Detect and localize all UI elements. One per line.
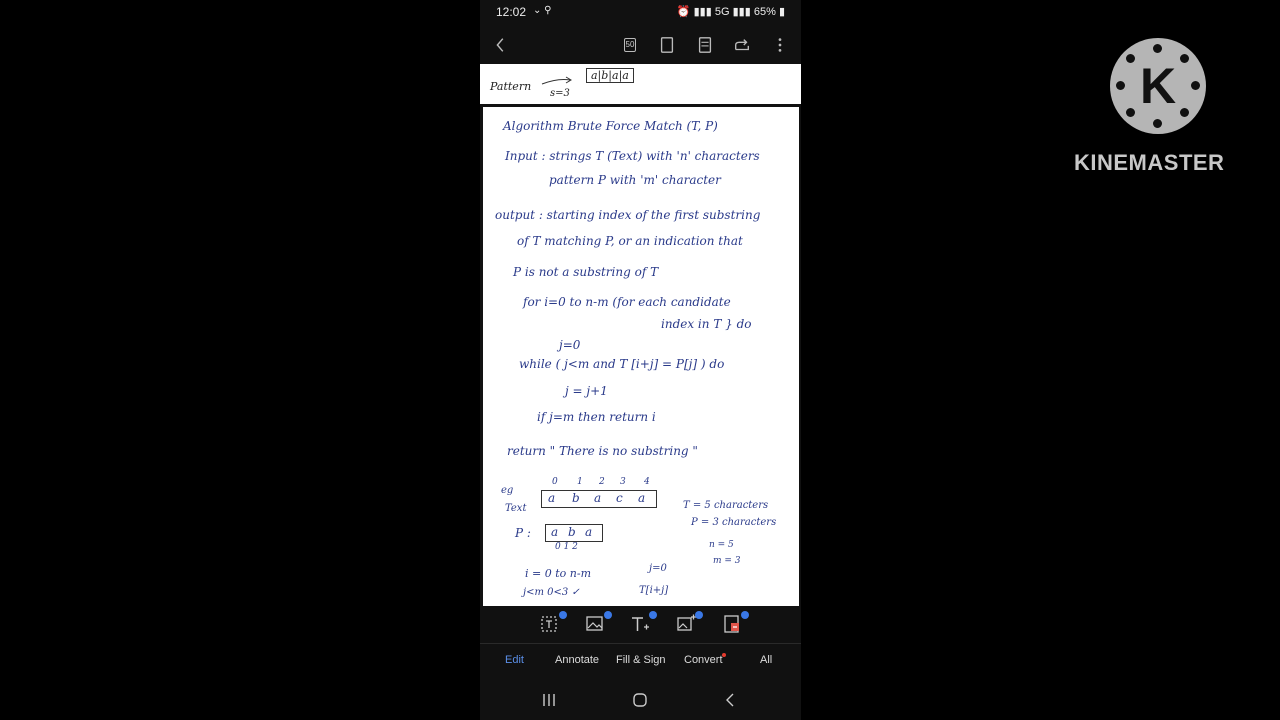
output-line-2: of T matching P, or an indication that xyxy=(517,234,743,248)
eg-label: eg xyxy=(501,485,514,496)
j-init-line: j=0 xyxy=(559,338,581,352)
new-badge xyxy=(604,611,612,619)
back-icon[interactable] xyxy=(491,35,511,55)
p-cell: a xyxy=(551,525,559,539)
note-m: m = 3 xyxy=(713,556,741,566)
bottom-line-i: i = 0 to n-m xyxy=(525,567,591,580)
signal-icon: ▮▮▮ xyxy=(693,6,712,18)
kinemaster-wordmark: KINEMASTER xyxy=(1074,150,1225,175)
tab-edit[interactable]: Edit xyxy=(505,654,524,666)
note-n: n = 5 xyxy=(709,540,734,550)
new-badge xyxy=(559,611,567,619)
viewer-toolbar: 50 xyxy=(480,30,801,60)
note-t: T = 5 characters xyxy=(683,500,769,511)
j-increment-line: j = j+1 xyxy=(565,384,608,398)
note-p: P = 3 characters xyxy=(691,517,777,528)
pattern-label: Pattern xyxy=(490,80,532,93)
tab-annotate[interactable]: Annotate xyxy=(555,654,599,666)
kinemaster-logo: K xyxy=(1110,38,1206,134)
page-count-icon[interactable]: 50 xyxy=(620,35,640,55)
signal-icon-2: ▮▮▮ xyxy=(732,6,751,18)
text-label: Text xyxy=(505,503,527,514)
bottom-tabs: Edit Annotate Fill & Sign Convert All xyxy=(480,654,801,672)
text-index: 2 xyxy=(599,477,605,487)
new-badge xyxy=(695,611,703,619)
edit-image-icon[interactable] xyxy=(585,611,612,636)
pattern-cells: a|b|a|a xyxy=(586,68,634,83)
notification-dot xyxy=(722,653,726,657)
edit-text-icon[interactable] xyxy=(540,611,567,636)
add-text-icon[interactable] xyxy=(630,611,657,636)
alarm-icon: ⏰ xyxy=(676,6,691,18)
for-loop-line: for i=0 to n-m (for each candidate xyxy=(523,295,731,309)
status-notification-icons: ⌄ ⚲ xyxy=(533,5,552,16)
if-line: if j=m then return i xyxy=(537,410,656,424)
tab-fill-sign[interactable]: Fill & Sign xyxy=(616,654,666,666)
status-right: ⏰ ▮▮▮ 5G ▮▮▮ 65% ▮ xyxy=(677,5,785,18)
add-image-icon[interactable] xyxy=(676,611,703,636)
edit-tools xyxy=(480,608,801,642)
text-index: 4 xyxy=(644,477,650,487)
input-line: Input : strings T (Text) with 'n' charac… xyxy=(505,149,760,163)
text-indices: 0 1 2 3 4 xyxy=(545,477,665,489)
recent-apps-icon[interactable] xyxy=(539,690,559,710)
previous-page[interactable]: Pattern a|b|a|a s=3 xyxy=(480,64,801,104)
p-indices: 0 1 2 xyxy=(555,542,578,552)
p-label: P : xyxy=(515,526,531,540)
s-label: s=3 xyxy=(550,88,570,99)
while-line: while ( j<m and T [i+j] = P[j] ) do xyxy=(519,357,725,371)
p-cell: b xyxy=(568,525,576,539)
p-cell: a xyxy=(585,525,593,539)
text-cell: a xyxy=(638,491,646,505)
system-nav-bar xyxy=(480,690,801,712)
share-icon[interactable] xyxy=(732,35,752,55)
text-array: a b a c a xyxy=(541,490,657,508)
status-time: 12:02 xyxy=(496,5,527,19)
tab-all[interactable]: All xyxy=(760,654,772,666)
bottom-line-j: j=0 xyxy=(649,563,667,574)
single-page-icon[interactable] xyxy=(657,35,677,55)
delete-page-icon[interactable] xyxy=(722,611,749,636)
divider xyxy=(480,643,801,644)
bottom-line-cmp: j<m 0<3 ✓ xyxy=(523,587,580,598)
p-array: a b a xyxy=(545,524,603,542)
return-line: return " There is no substring " xyxy=(507,444,698,458)
network-type: 5G xyxy=(714,6,730,18)
text-cell: b xyxy=(572,491,580,505)
document-page[interactable]: Algorithm Brute Force Match (T, P) Input… xyxy=(483,107,799,606)
output-line-3: P is not a substring of T xyxy=(513,265,659,279)
logo-letter: K xyxy=(1139,58,1177,114)
algo-title-line: Algorithm Brute Force Match (T, P) xyxy=(503,119,718,133)
output-line: output : starting index of the first sub… xyxy=(495,208,761,222)
new-badge xyxy=(741,611,749,619)
home-icon[interactable] xyxy=(630,690,650,710)
bottom-line-t: T[i+j] xyxy=(639,585,669,596)
text-cell: a xyxy=(594,491,602,505)
battery-icon: ▮ xyxy=(778,6,785,18)
reading-mode-icon[interactable] xyxy=(695,35,715,55)
battery-percent: 65% xyxy=(753,6,776,18)
text-index: 0 xyxy=(552,477,558,487)
more-icon[interactable] xyxy=(770,35,790,55)
pattern-line: pattern P with 'm' character xyxy=(549,173,721,187)
page-count-label: 50 xyxy=(623,38,637,52)
arrow-icon xyxy=(541,76,572,85)
nav-back-icon[interactable] xyxy=(721,690,741,710)
text-index: 1 xyxy=(577,477,583,487)
tab-convert[interactable]: Convert xyxy=(684,654,723,666)
phone-screen: 12:02 ⌄ ⚲ ⏰ ▮▮▮ 5G ▮▮▮ 65% ▮ 50 Pattern … xyxy=(480,0,801,720)
new-badge xyxy=(649,611,657,619)
status-bar: 12:02 ⌄ ⚲ ⏰ ▮▮▮ 5G ▮▮▮ 65% ▮ xyxy=(480,0,801,24)
for-loop-line-2: index in T } do xyxy=(661,317,752,331)
text-index: 3 xyxy=(620,477,626,487)
text-cell: a xyxy=(548,491,556,505)
text-cell: c xyxy=(616,491,623,505)
